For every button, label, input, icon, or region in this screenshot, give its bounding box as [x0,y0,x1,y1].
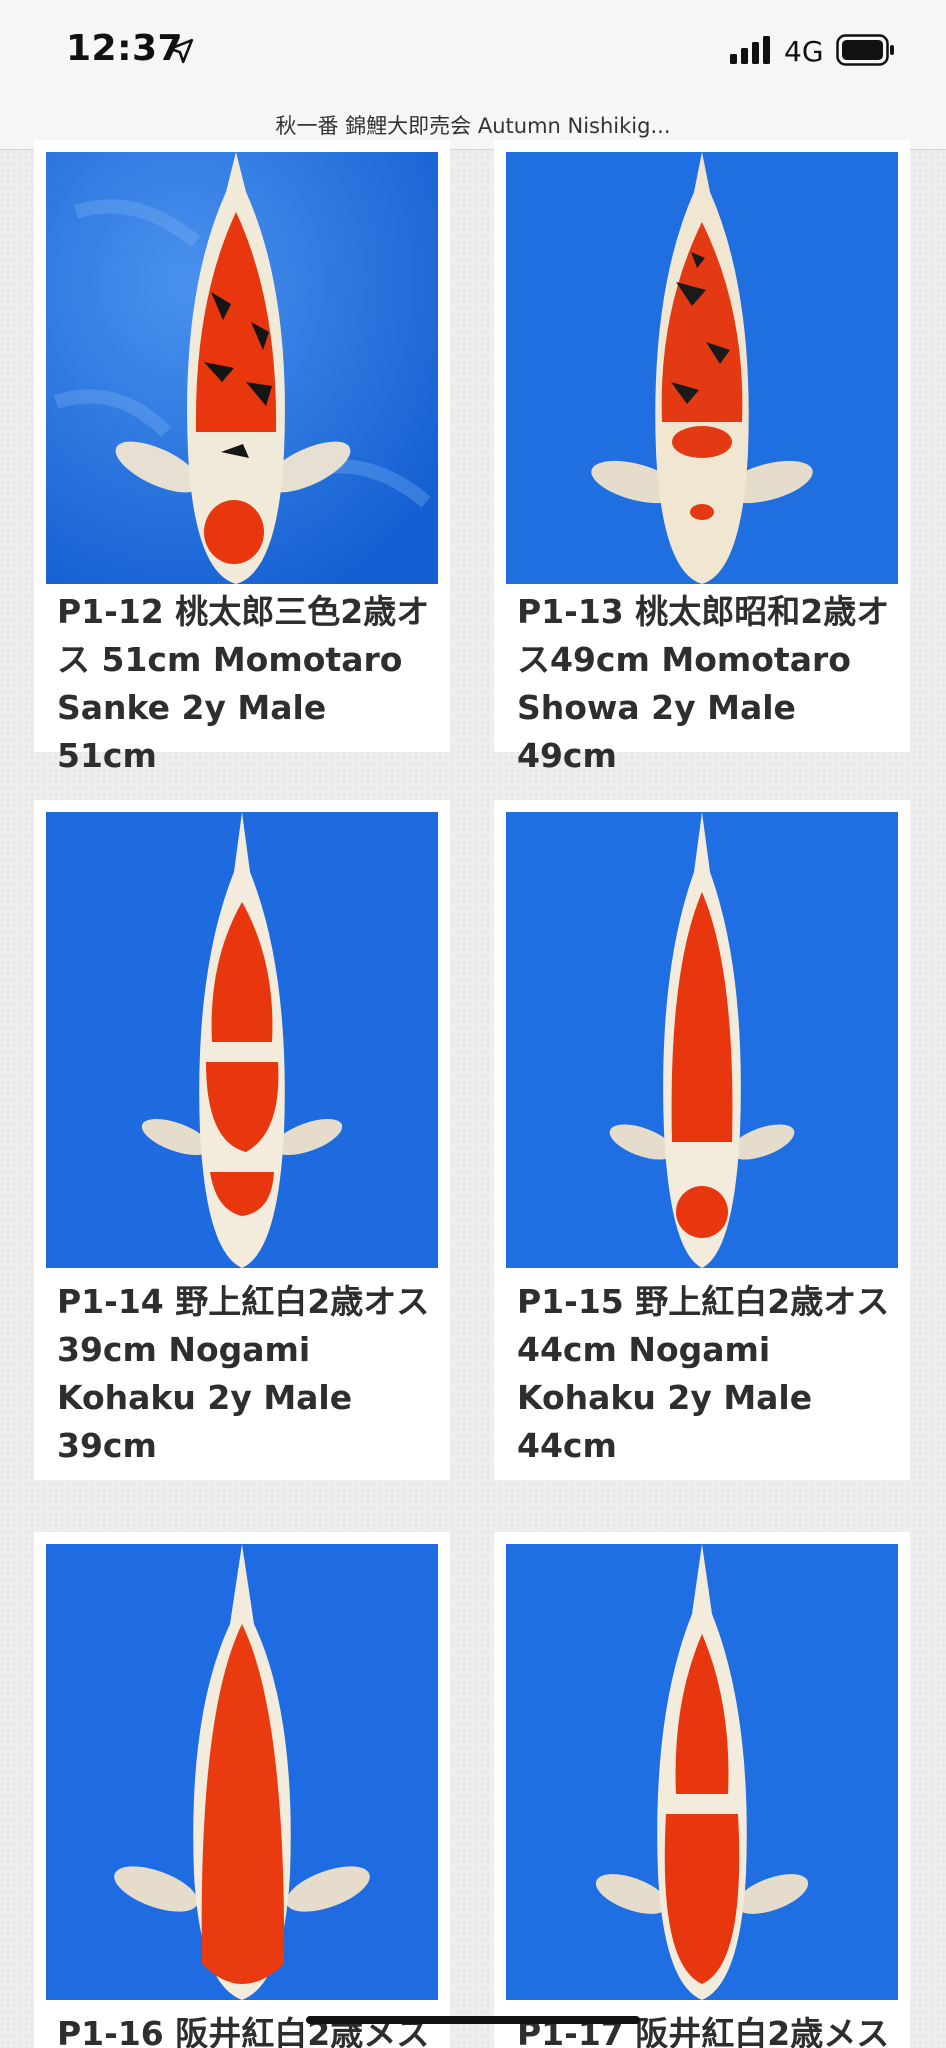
koi-kohaku-photo[interactable] [506,812,898,1268]
koi-kohaku-photo[interactable] [46,812,438,1268]
listing-card[interactable]: P1-16 阪井紅白2歳メス [34,1532,450,2048]
listing-caption[interactable]: P1-14 野上紅白2歳オス 39cm Nogami Kohaku 2y Mal… [57,1278,437,1470]
listing-card[interactable]: P1-17 阪井紅白2歳メス [494,1532,910,2048]
listing-card[interactable]: P1-13 桃太郎昭和2歳オス49cm Momotaro Showa 2y Ma… [494,140,910,775]
koi-showa-photo[interactable] [506,152,898,584]
koi-kohaku-photo[interactable] [506,1544,898,2000]
listing-card[interactable]: P1-15 野上紅白2歳オス 44cm Nogami Kohaku 2y Mal… [494,800,910,1480]
location-arrow-icon [168,38,194,64]
network-type: 4G [784,35,824,68]
home-indicator[interactable] [306,2016,640,2024]
listing-caption[interactable]: P1-12 桃太郎三色2歳オス 51cm Momotaro Sanke 2y M… [57,588,437,780]
listing-caption[interactable]: P1-13 桃太郎昭和2歳オス49cm Momotaro Showa 2y Ma… [517,588,897,780]
listing-caption[interactable]: P1-15 野上紅白2歳オス 44cm Nogami Kohaku 2y Mal… [517,1278,897,1470]
listing-card[interactable]: P1-14 野上紅白2歳オス 39cm Nogami Kohaku 2y Mal… [34,800,450,1480]
signal-icon [730,36,770,64]
page-title: 秋一番 錦鯉大即売会 Autumn Nishikig... [275,114,671,138]
battery-icon [836,34,894,66]
status-bar: 12:37 4G 秋一番 錦鯉大即売会 Autumn Nishikig... [0,0,946,150]
listing-card[interactable]: P1-12 桃太郎三色2歳オス 51cm Momotaro Sanke 2y M… [34,140,450,775]
koi-sanke-photo[interactable] [46,152,438,584]
koi-kohaku-photo[interactable] [46,1544,438,2000]
status-time: 12:37 [66,28,184,69]
